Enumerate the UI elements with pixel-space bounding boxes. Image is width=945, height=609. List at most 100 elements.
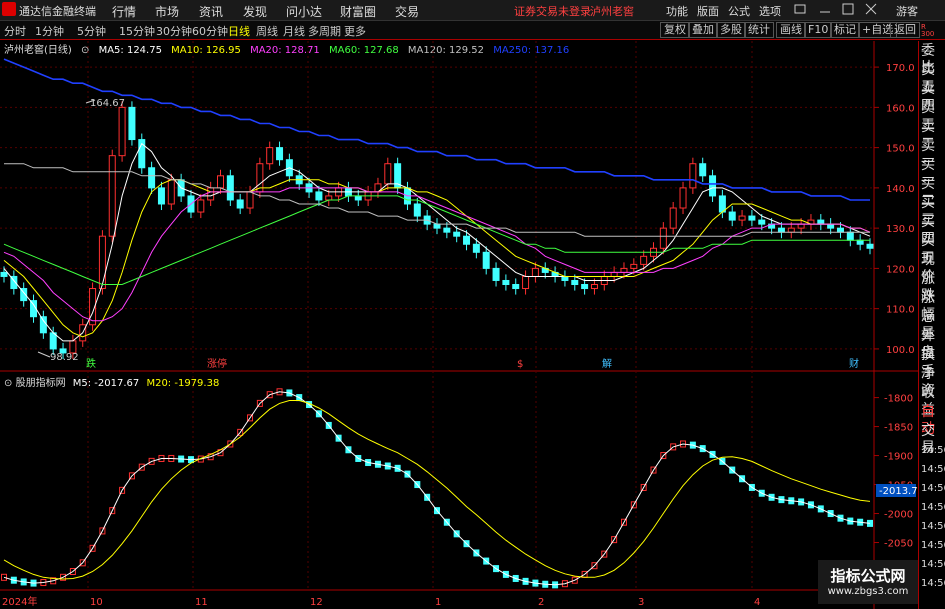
candle-body (522, 275, 530, 290)
sidebar-item-21: 14:56 (921, 445, 945, 456)
current-value: -2013.71 (879, 486, 918, 497)
app-logo-icon (2, 2, 16, 16)
price-tick-label: 140.0 (886, 184, 915, 195)
period-30min[interactable]: 30分钟 (156, 23, 192, 39)
indicator-m5-line (3, 391, 871, 586)
menu-news[interactable]: 资讯 (199, 3, 223, 20)
high-annotation: 164.67 (90, 98, 125, 109)
toolbar-adjust[interactable]: 复权 (660, 22, 690, 38)
period-daily[interactable]: 日线 (228, 23, 250, 39)
period-15min[interactable]: 15分钟 (119, 23, 155, 39)
period-monthly[interactable]: 月线 (283, 23, 305, 39)
toolbar-draw[interactable]: 画线 (776, 22, 806, 38)
watermark: 指标公式网 www.zbgs3.com (818, 560, 918, 604)
quote-sidebar: 委比 卖五 卖四 卖三 卖二 卖一 买一 买二 买三 买四 买五 现价 涨跌 涨幅 总量 外盘 换手 净资 收益 自动… (918, 41, 945, 609)
date-tick-label: 1 (435, 597, 441, 608)
candle-body (148, 167, 156, 189)
ma-line-ma10 (3, 179, 871, 338)
candle-body (581, 284, 589, 290)
indicator-m20: M20: -1979.38 (146, 378, 220, 389)
user-label[interactable]: 游客 (896, 3, 918, 19)
price-tick-label: 160.0 (886, 103, 915, 114)
candle-body (354, 195, 362, 201)
candle-body (866, 243, 874, 249)
toolbar-mark[interactable]: 标记 (830, 22, 860, 38)
sidebar-item-26: 14:56 (921, 540, 945, 551)
period-1min[interactable]: 1分钟 (35, 23, 64, 39)
date-tick-label: 10 (90, 597, 103, 608)
period-5min[interactable]: 5分钟 (77, 23, 106, 39)
kline-chart[interactable]: 170.0 160.0 150.0 140.0 130.0 120.0 110.0 100.0… (0, 41, 918, 609)
candle-body (49, 332, 57, 350)
menu-wealth[interactable]: 财富圈 (340, 3, 376, 20)
event-fall[interactable]: 跌 (86, 357, 96, 370)
indicator-tick-label: -2000 (884, 510, 913, 521)
period-multi[interactable]: 多周期 (308, 23, 341, 39)
minimize-icon[interactable] (818, 2, 832, 16)
event-finance[interactable]: 财 (849, 357, 859, 370)
price-tick-label: 170.0 (886, 63, 915, 74)
candle-body (98, 235, 106, 290)
menu-formula[interactable]: 公式 (728, 3, 750, 19)
price-tick-label: 130.0 (886, 224, 915, 235)
close-icon[interactable] (864, 2, 878, 16)
candle-body (836, 227, 844, 233)
candle-body (197, 199, 205, 213)
menu-quote[interactable]: 行情 (112, 3, 136, 20)
toolbar-overlay[interactable]: 叠加 (688, 22, 718, 38)
login-warning[interactable]: 证券交易未登录 (514, 3, 591, 19)
event-unlock[interactable]: 解 (602, 357, 612, 370)
candle-body (276, 147, 284, 161)
sidebar-item-28: 14:56 (921, 578, 945, 589)
watermark-url: www.zbgs3.com (827, 586, 909, 597)
toolbar-multistock[interactable]: 多股 (716, 22, 746, 38)
price-tick-label: 110.0 (886, 305, 915, 316)
candle-body (590, 284, 598, 290)
toolbar-back[interactable]: 返回 (890, 22, 920, 38)
candle-body (207, 187, 215, 201)
indicator-dropdown-icon[interactable]: ⊙ (4, 378, 12, 389)
date-tick-label: 12 (310, 597, 323, 608)
toolbar-stats[interactable]: 统计 (744, 22, 774, 38)
period-more[interactable]: 更多 (344, 23, 366, 39)
event-dividend[interactable]: $ (517, 359, 523, 370)
sidebar-item-27: 14:56 (921, 559, 945, 570)
menu-options[interactable]: 选项 (759, 3, 781, 19)
candle-body (817, 219, 825, 225)
event-limit-up[interactable]: 涨停 (207, 357, 227, 370)
menu-function[interactable]: 功能 (666, 3, 688, 19)
candle-body (689, 163, 697, 189)
candle-body (482, 251, 490, 269)
skin-icon[interactable] (793, 2, 807, 16)
price-tick-label: 100.0 (886, 345, 915, 356)
menu-discover[interactable]: 发现 (243, 3, 267, 20)
menu-market[interactable]: 市场 (155, 3, 179, 20)
candle-body (728, 211, 736, 221)
toolbar-f10[interactable]: F10 (804, 22, 833, 38)
candle-body (620, 267, 628, 273)
candle-body (463, 235, 471, 245)
candle-body (561, 275, 569, 281)
sidebar-300-label: 300 (921, 30, 935, 38)
candle-body (0, 271, 8, 277)
indicator-name[interactable]: 股朋指标网 (16, 378, 66, 389)
ma-line-ma60 (3, 195, 870, 285)
period-weekly[interactable]: 周线 (256, 23, 278, 39)
period-timeshare[interactable]: 分时 (4, 23, 26, 39)
candle-body (384, 163, 392, 185)
menu-ask[interactable]: 问小达 (286, 3, 322, 20)
candle-body (266, 147, 274, 165)
period-60min[interactable]: 60分钟 (192, 23, 228, 39)
maximize-icon[interactable] (841, 2, 855, 16)
candle-body (827, 223, 835, 229)
menu-trade[interactable]: 交易 (395, 3, 419, 20)
candle-body (640, 255, 648, 265)
candle-body (217, 175, 224, 189)
menu-layout[interactable]: 版面 (697, 3, 719, 19)
candle-body (502, 279, 510, 286)
candle-body (748, 215, 756, 221)
candle-body (325, 195, 333, 201)
period-bar: 分时 1分钟 5分钟 15分钟 30分钟 60分钟 日线 周线 月线 多周期 更… (0, 21, 945, 40)
indicator-tick-label: -1900 (884, 452, 913, 463)
candle-body (787, 227, 795, 233)
